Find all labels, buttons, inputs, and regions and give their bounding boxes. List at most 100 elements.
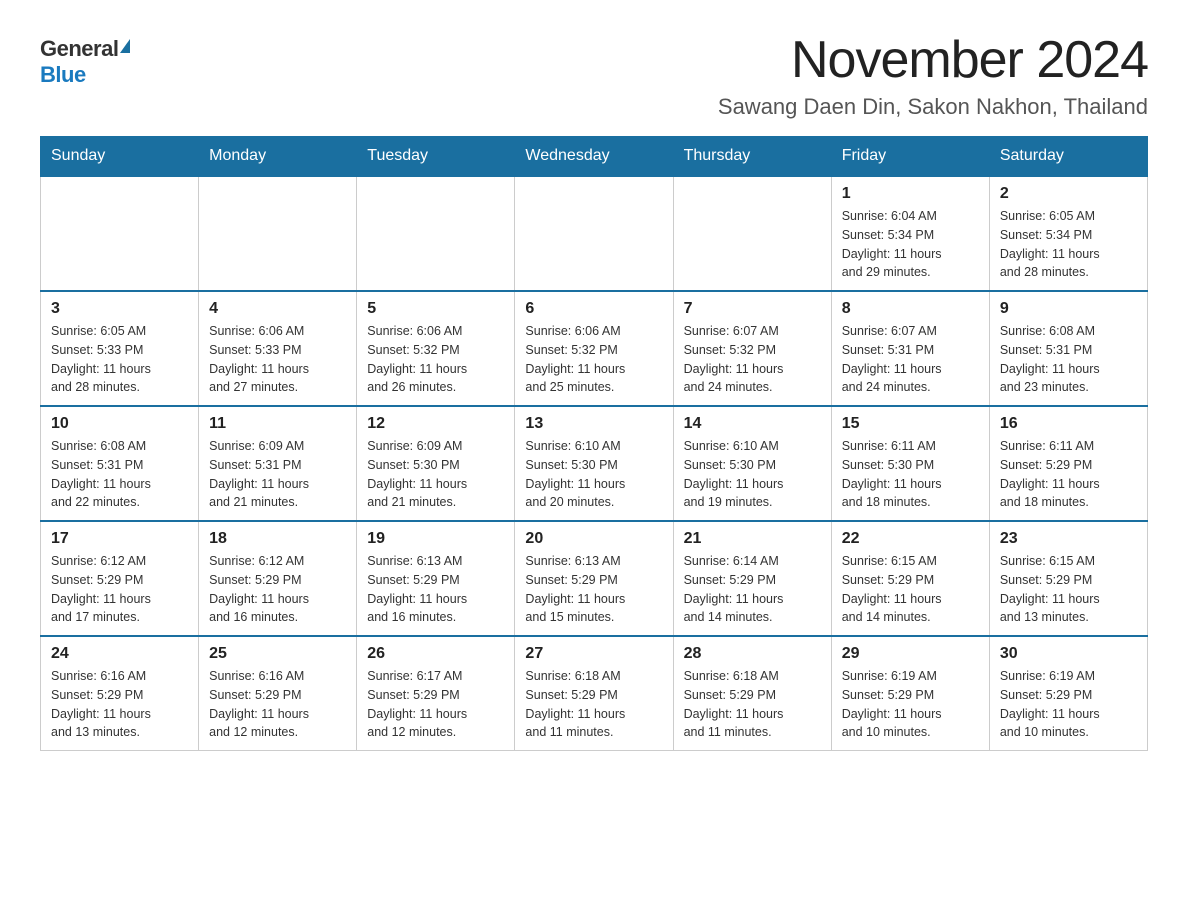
- day-number: 9: [1000, 300, 1137, 318]
- calendar-cell: 14 Sunrise: 6:10 AMSunset: 5:30 PMDayligh…: [673, 406, 831, 521]
- day-number: 1: [842, 185, 979, 203]
- day-info: Sunrise: 6:09 AMSunset: 5:30 PMDaylight:…: [367, 437, 504, 512]
- day-number: 4: [209, 300, 346, 318]
- day-info: Sunrise: 6:08 AMSunset: 5:31 PMDaylight:…: [1000, 322, 1137, 397]
- column-header-monday: Monday: [199, 137, 357, 177]
- week-row-3: 10 Sunrise: 6:08 AMSunset: 5:31 PMDayligh…: [41, 406, 1148, 521]
- calendar-cell: 10 Sunrise: 6:08 AMSunset: 5:31 PMDayligh…: [41, 406, 199, 521]
- calendar-cell: [515, 176, 673, 291]
- calendar-header-row: SundayMondayTuesdayWednesdayThursdayFrid…: [41, 137, 1148, 177]
- calendar-cell: 30Sunrise: 6:19 AMSunset: 5:29 PMDayligh…: [989, 636, 1147, 751]
- calendar-cell: 3 Sunrise: 6:05 AMSunset: 5:33 PMDaylight…: [41, 291, 199, 406]
- day-number: 7: [684, 300, 821, 318]
- calendar-cell: 26 Sunrise: 6:17 AMSunset: 5:29 PMDayligh…: [357, 636, 515, 751]
- calendar-cell: 20 Sunrise: 6:13 AMSunset: 5:29 PMDayligh…: [515, 521, 673, 636]
- day-info: Sunrise: 6:18 AMSunset: 5:29 PMDaylight:…: [684, 667, 821, 742]
- day-info: Sunrise: 6:06 AMSunset: 5:32 PMDaylight:…: [525, 322, 662, 397]
- calendar-cell: 6 Sunrise: 6:06 AMSunset: 5:32 PMDaylight…: [515, 291, 673, 406]
- calendar-cell: 27Sunrise: 6:18 AMSunset: 5:29 PMDayligh…: [515, 636, 673, 751]
- week-row-5: 24 Sunrise: 6:16 AMSunset: 5:29 PMDayligh…: [41, 636, 1148, 751]
- day-number: 17: [51, 530, 188, 548]
- subtitle: Sawang Daen Din, Sakon Nakhon, Thailand: [718, 94, 1148, 120]
- day-number: 25: [209, 645, 346, 663]
- calendar-cell: 22 Sunrise: 6:15 AMSunset: 5:29 PMDayligh…: [831, 521, 989, 636]
- day-number: 24: [51, 645, 188, 663]
- day-info: Sunrise: 6:16 AMSunset: 5:29 PMDaylight:…: [209, 667, 346, 742]
- calendar-cell: 18 Sunrise: 6:12 AMSunset: 5:29 PMDayligh…: [199, 521, 357, 636]
- day-info: Sunrise: 6:05 AMSunset: 5:33 PMDaylight:…: [51, 322, 188, 397]
- day-info: Sunrise: 6:12 AMSunset: 5:29 PMDaylight:…: [209, 552, 346, 627]
- calendar-cell: 11 Sunrise: 6:09 AMSunset: 5:31 PMDayligh…: [199, 406, 357, 521]
- day-number: 8: [842, 300, 979, 318]
- calendar-cell: 7 Sunrise: 6:07 AMSunset: 5:32 PMDaylight…: [673, 291, 831, 406]
- day-info: Sunrise: 6:06 AMSunset: 5:33 PMDaylight:…: [209, 322, 346, 397]
- day-info: Sunrise: 6:07 AMSunset: 5:31 PMDaylight:…: [842, 322, 979, 397]
- column-header-wednesday: Wednesday: [515, 137, 673, 177]
- day-info: Sunrise: 6:09 AMSunset: 5:31 PMDaylight:…: [209, 437, 346, 512]
- day-info: Sunrise: 6:07 AMSunset: 5:32 PMDaylight:…: [684, 322, 821, 397]
- calendar-cell: 21Sunrise: 6:14 AMSunset: 5:29 PMDayligh…: [673, 521, 831, 636]
- day-info: Sunrise: 6:10 AMSunset: 5:30 PMDaylight:…: [684, 437, 821, 512]
- day-number: 14: [684, 415, 821, 433]
- day-number: 29: [842, 645, 979, 663]
- day-info: Sunrise: 6:11 AMSunset: 5:29 PMDaylight:…: [1000, 437, 1137, 512]
- day-info: Sunrise: 6:15 AMSunset: 5:29 PMDaylight:…: [842, 552, 979, 627]
- column-header-sunday: Sunday: [41, 137, 199, 177]
- logo-general-text: General: [40, 36, 118, 62]
- day-number: 18: [209, 530, 346, 548]
- day-info: Sunrise: 6:05 AMSunset: 5:34 PMDaylight:…: [1000, 207, 1137, 282]
- day-info: Sunrise: 6:18 AMSunset: 5:29 PMDaylight:…: [525, 667, 662, 742]
- column-header-saturday: Saturday: [989, 137, 1147, 177]
- day-number: 23: [1000, 530, 1137, 548]
- calendar-cell: 25 Sunrise: 6:16 AMSunset: 5:29 PMDayligh…: [199, 636, 357, 751]
- calendar-cell: [673, 176, 831, 291]
- day-number: 13: [525, 415, 662, 433]
- day-info: Sunrise: 6:11 AMSunset: 5:30 PMDaylight:…: [842, 437, 979, 512]
- day-info: Sunrise: 6:19 AMSunset: 5:29 PMDaylight:…: [842, 667, 979, 742]
- day-info: Sunrise: 6:17 AMSunset: 5:29 PMDaylight:…: [367, 667, 504, 742]
- day-number: 2: [1000, 185, 1137, 203]
- calendar-cell: 12 Sunrise: 6:09 AMSunset: 5:30 PMDayligh…: [357, 406, 515, 521]
- calendar-cell: 13 Sunrise: 6:10 AMSunset: 5:30 PMDayligh…: [515, 406, 673, 521]
- day-info: Sunrise: 6:12 AMSunset: 5:29 PMDaylight:…: [51, 552, 188, 627]
- day-info: Sunrise: 6:10 AMSunset: 5:30 PMDaylight:…: [525, 437, 662, 512]
- day-info: Sunrise: 6:15 AMSunset: 5:29 PMDaylight:…: [1000, 552, 1137, 627]
- day-number: 6: [525, 300, 662, 318]
- day-number: 12: [367, 415, 504, 433]
- column-header-thursday: Thursday: [673, 137, 831, 177]
- calendar-cell: [199, 176, 357, 291]
- calendar-cell: 9 Sunrise: 6:08 AMSunset: 5:31 PMDaylight…: [989, 291, 1147, 406]
- day-number: 22: [842, 530, 979, 548]
- day-number: 26: [367, 645, 504, 663]
- title-section: November 2024 Sawang Daen Din, Sakon Nak…: [718, 30, 1148, 120]
- calendar-cell: [357, 176, 515, 291]
- calendar-table: SundayMondayTuesdayWednesdayThursdayFrid…: [40, 136, 1148, 751]
- calendar-cell: 2 Sunrise: 6:05 AMSunset: 5:34 PMDaylight…: [989, 176, 1147, 291]
- day-number: 30: [1000, 645, 1137, 663]
- calendar-cell: 23 Sunrise: 6:15 AMSunset: 5:29 PMDayligh…: [989, 521, 1147, 636]
- column-header-tuesday: Tuesday: [357, 137, 515, 177]
- day-info: Sunrise: 6:16 AMSunset: 5:29 PMDaylight:…: [51, 667, 188, 742]
- day-number: 28: [684, 645, 821, 663]
- logo-blue-text: Blue: [40, 62, 86, 88]
- day-info: Sunrise: 6:04 AMSunset: 5:34 PMDaylight:…: [842, 207, 979, 282]
- column-header-friday: Friday: [831, 137, 989, 177]
- logo: General Blue: [40, 30, 130, 88]
- calendar-cell: 16 Sunrise: 6:11 AMSunset: 5:29 PMDayligh…: [989, 406, 1147, 521]
- day-info: Sunrise: 6:13 AMSunset: 5:29 PMDaylight:…: [525, 552, 662, 627]
- day-number: 16: [1000, 415, 1137, 433]
- day-info: Sunrise: 6:08 AMSunset: 5:31 PMDaylight:…: [51, 437, 188, 512]
- day-number: 21: [684, 530, 821, 548]
- calendar-cell: 17 Sunrise: 6:12 AMSunset: 5:29 PMDayligh…: [41, 521, 199, 636]
- day-number: 3: [51, 300, 188, 318]
- day-number: 10: [51, 415, 188, 433]
- day-number: 11: [209, 415, 346, 433]
- week-row-1: 1 Sunrise: 6:04 AMSunset: 5:34 PMDaylight…: [41, 176, 1148, 291]
- day-number: 20: [525, 530, 662, 548]
- day-info: Sunrise: 6:13 AMSunset: 5:29 PMDaylight:…: [367, 552, 504, 627]
- calendar-cell: 19Sunrise: 6:13 AMSunset: 5:29 PMDayligh…: [357, 521, 515, 636]
- page-header: General Blue November 2024 Sawang Daen D…: [40, 30, 1148, 120]
- main-title: November 2024: [718, 30, 1148, 90]
- calendar-cell: 24 Sunrise: 6:16 AMSunset: 5:29 PMDayligh…: [41, 636, 199, 751]
- calendar-cell: 5Sunrise: 6:06 AMSunset: 5:32 PMDaylight…: [357, 291, 515, 406]
